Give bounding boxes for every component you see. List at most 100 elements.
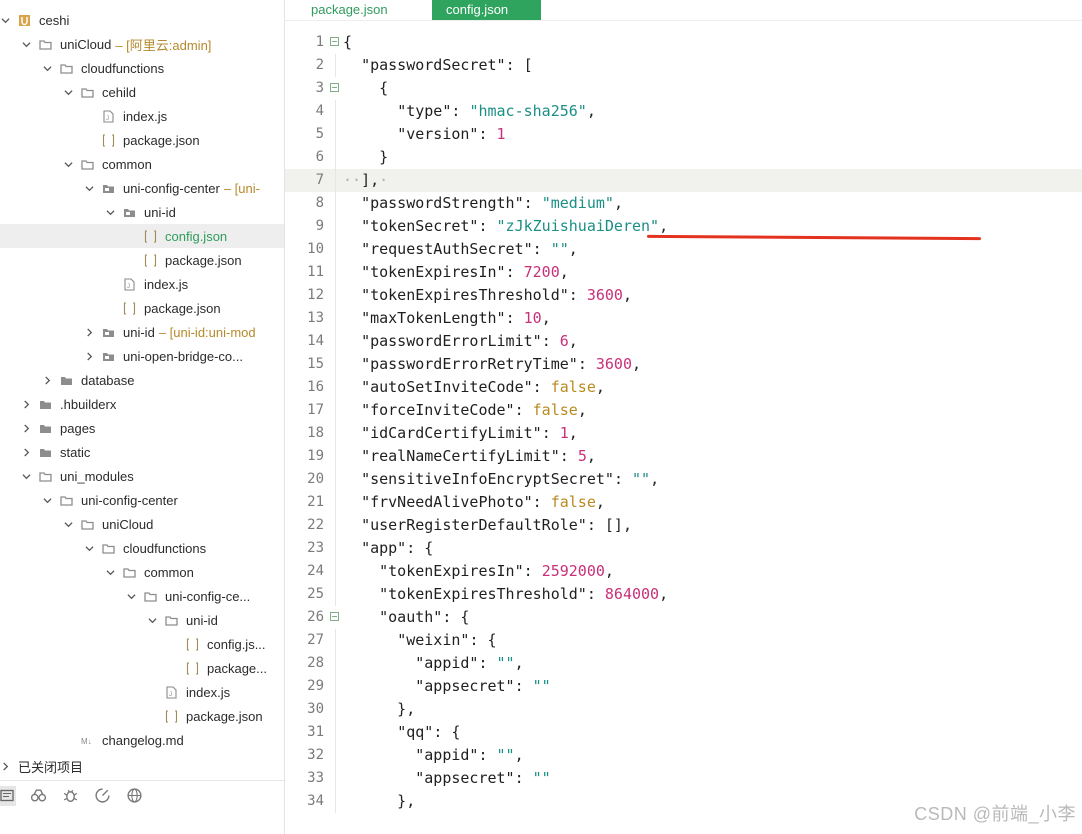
tree-item[interactable]: database [0,368,284,392]
code-line[interactable]: 26 "oauth": { [285,606,1082,629]
chevron-down-icon[interactable] [42,495,52,505]
code-line[interactable]: 21 "frvNeedAlivePhoto": false, [285,491,1082,514]
tree-item[interactable]: cloudfunctions [0,56,284,80]
chevron-right-icon[interactable] [84,351,94,361]
code-line[interactable]: 11 "tokenExpiresIn": 7200, [285,261,1082,284]
fold-toggle-icon[interactable] [330,612,339,621]
code-line[interactable]: 32 "appid": "", [285,744,1082,767]
chevron-down-icon[interactable] [63,519,73,529]
chevron-down-icon[interactable] [63,87,73,97]
code-line[interactable]: 14 "passwordErrorLimit": 6, [285,330,1082,353]
chevron-down-icon[interactable] [21,39,31,49]
tree-item[interactable]: uni-id – [uni-id:uni-mod [0,320,284,344]
project-manager-icon[interactable] [0,785,16,806]
chevron-down-icon[interactable] [42,63,52,73]
fold-toggle-icon[interactable] [330,83,339,92]
code-line[interactable]: 8 "passwordStrength": "medium", [285,192,1082,215]
chevron-right-icon[interactable] [21,399,31,409]
code-line[interactable]: 20 "sensitiveInfoEncryptSecret": "", [285,468,1082,491]
code-area[interactable]: 1{2 "passwordSecret": [3 {4 "type": "hma… [285,31,1082,813]
code-line[interactable]: 24 "tokenExpiresIn": 2592000, [285,560,1082,583]
chevron-right-icon[interactable] [84,327,94,337]
tree-item[interactable]: common [0,152,284,176]
chevron-down-icon[interactable] [105,567,115,577]
chevron-down-icon[interactable] [21,471,31,481]
chevron-down-icon[interactable] [105,207,115,217]
debug-icon[interactable] [60,786,80,806]
code-line[interactable]: 19 "realNameCertifyLimit": 5, [285,445,1082,468]
code-line[interactable]: 3 { [285,77,1082,100]
tree-item[interactable]: Jindex.js [0,272,284,296]
tree-item[interactable]: uniCloud [0,512,284,536]
plugin-icon[interactable] [92,786,112,806]
chevron-down-icon[interactable] [147,615,157,625]
code-line[interactable]: 15 "passwordErrorRetryTime": 3600, [285,353,1082,376]
code-line[interactable]: 2 "passwordSecret": [ [285,54,1082,77]
tree-item[interactable]: uni-id [0,200,284,224]
code-line[interactable]: 33 "appsecret": "" [285,767,1082,790]
code-line[interactable]: 1{ [285,31,1082,54]
closed-projects-section[interactable]: 已关闭项目 [0,754,284,778]
tree-item[interactable]: config.json [0,224,284,248]
tree-item[interactable]: package... [0,656,284,680]
code-line[interactable]: 16 "autoSetInviteCode": false, [285,376,1082,399]
tree-item[interactable]: package.json [0,248,284,272]
chevron-down-icon[interactable] [84,543,94,553]
code-line[interactable]: 29 "appsecret": "" [285,675,1082,698]
tree-item[interactable]: .hbuilderx [0,392,284,416]
chevron-down-icon[interactable] [63,159,73,169]
code-line[interactable]: 4 "type": "hmac-sha256", [285,100,1082,123]
globe-icon[interactable] [124,786,144,806]
tree-item[interactable]: uni-config-center – [uni- [0,176,284,200]
code-line[interactable]: 31 "qq": { [285,721,1082,744]
fold-toggle-icon[interactable] [330,37,339,46]
code-line[interactable]: 17 "forceInviteCode": false, [285,399,1082,422]
chevron-down-icon[interactable] [126,591,136,601]
tree-item[interactable]: uni-open-bridge-co... [0,344,284,368]
tree-item[interactable]: package.json [0,704,284,728]
code-line[interactable]: 5 "version": 1 [285,123,1082,146]
code-line[interactable]: 13 "maxTokenLength": 10, [285,307,1082,330]
chevron-right-icon[interactable] [42,375,52,385]
code-line[interactable]: 6 } [285,146,1082,169]
tree-item[interactable]: config.js... [0,632,284,656]
code-line[interactable]: 28 "appid": "", [285,652,1082,675]
tree-item[interactable]: ceshi [0,8,284,32]
file-md-icon: M↓ [81,734,94,747]
code-line[interactable]: 30 }, [285,698,1082,721]
code-line[interactable]: 23 "app": { [285,537,1082,560]
tree-item[interactable]: package.json [0,296,284,320]
code-line[interactable]: 7 ··],· [285,169,1082,192]
binoculars-icon[interactable] [28,786,48,806]
tree-item[interactable]: pages [0,416,284,440]
tree-item[interactable]: static [0,440,284,464]
chevron-down-icon[interactable] [84,183,94,193]
chevron-right-icon[interactable] [0,761,10,771]
code-line[interactable]: 10 "requestAuthSecret": "", [285,238,1082,261]
tree-item[interactable]: uniCloud – [阿里云:admin] [0,32,284,56]
tab-package-json[interactable]: package.json [297,0,402,20]
tree-item[interactable]: Jindex.js [0,680,284,704]
tree-item[interactable]: common [0,560,284,584]
chevron-right-icon[interactable] [21,447,31,457]
code-line[interactable]: 18 "idCardCertifyLimit": 1, [285,422,1082,445]
code-line[interactable]: 12 "tokenExpiresThreshold": 3600, [285,284,1082,307]
tree-item[interactable]: uni_modules [0,464,284,488]
code-line[interactable]: 22 "userRegisterDefaultRole": [], [285,514,1082,537]
tree-item[interactable]: uni-config-center [0,488,284,512]
tree-item[interactable]: M↓ changelog.md [0,728,284,752]
code-line[interactable]: 25 "tokenExpiresThreshold": 864000, [285,583,1082,606]
code-line[interactable]: 27 "weixin": { [285,629,1082,652]
tree-item[interactable]: uni-id [0,608,284,632]
tree-item[interactable]: package.json [0,128,284,152]
tree-item[interactable]: cloudfunctions [0,536,284,560]
code-token: : [505,309,524,327]
chevron-down-icon[interactable] [0,15,10,25]
tab-config-json[interactable]: config.json [432,0,541,20]
tree-item[interactable]: Jindex.js [0,104,284,128]
tree-item[interactable]: cehild [0,80,284,104]
code-editor[interactable]: package.json config.json 1{2 "passwordSe… [285,0,1082,834]
tree-item[interactable]: uni-config-ce... [0,584,284,608]
chevron-right-icon[interactable] [21,423,31,433]
